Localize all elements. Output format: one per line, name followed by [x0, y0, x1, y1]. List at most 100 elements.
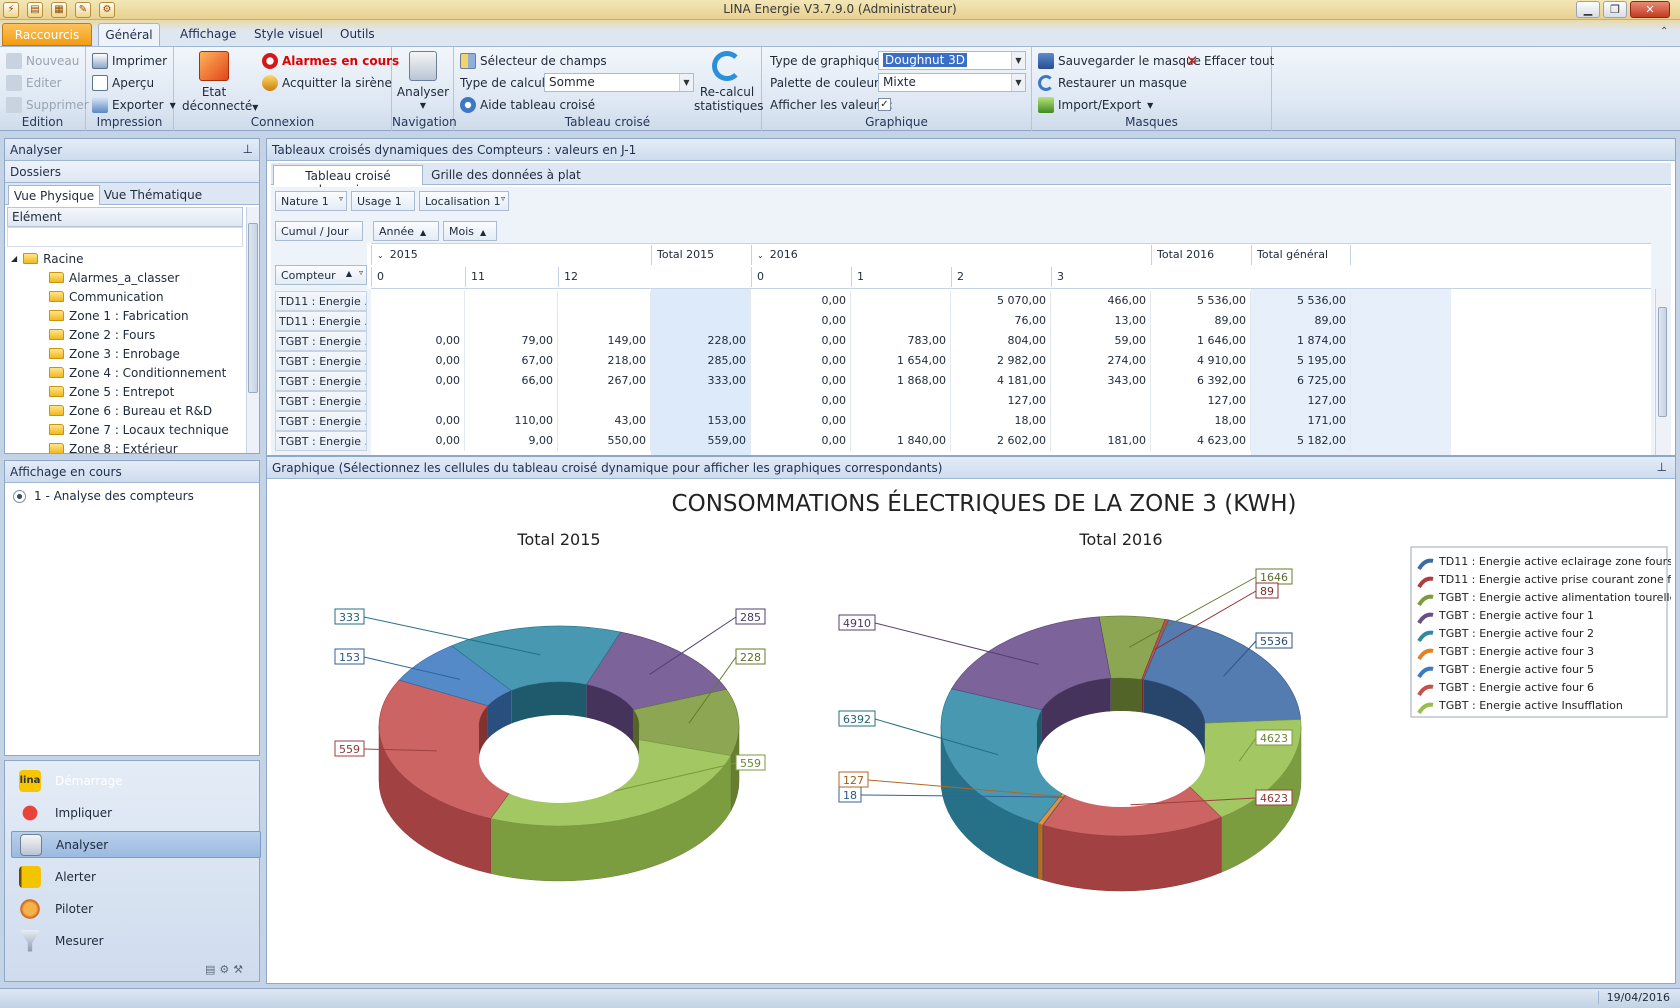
tab-general[interactable]: Général: [98, 23, 160, 46]
table-cell[interactable]: 0,00: [751, 371, 851, 391]
table-cell[interactable]: 0,00: [371, 411, 465, 431]
tree-item[interactable]: Zone 7 : Locaux technique: [49, 420, 229, 439]
tree-item-racine[interactable]: ◢ Racine: [11, 249, 84, 268]
tree-item[interactable]: Zone 5 : Entrepot: [49, 382, 174, 401]
table-cell[interactable]: 110,00: [465, 411, 558, 431]
table-cell[interactable]: 285,00: [651, 351, 751, 371]
legend-item[interactable]: TGBT : Energie active four 6: [1438, 681, 1594, 694]
month-header[interactable]: 0: [371, 267, 465, 287]
tree-item[interactable]: Zone 6 : Bureau et R&D: [49, 401, 212, 420]
selecteur-champs-button[interactable]: Sélecteur de champs: [460, 51, 607, 71]
nav-mesurer[interactable]: Mesurer: [11, 927, 261, 954]
tab-tableau-croise[interactable]: Tableau croisé dynamique: [273, 165, 423, 197]
col-field-mois[interactable]: Mois ▲: [443, 221, 497, 241]
tree-column-header[interactable]: Elément: [7, 207, 243, 227]
acquitter-button[interactable]: Acquitter la sirène: [262, 73, 392, 93]
month-header[interactable]: 3: [1051, 267, 1151, 287]
collapse-icon[interactable]: ◢: [11, 254, 17, 263]
filter-field-usage[interactable]: Usage 1: [351, 191, 415, 211]
tab-raccourcis[interactable]: Raccourcis: [2, 23, 92, 46]
tree-item[interactable]: Zone 8 : Extérieur: [49, 439, 178, 453]
year-2015-header[interactable]: ⌄ 2015: [371, 245, 651, 265]
table-cell[interactable]: 804,00: [951, 331, 1051, 351]
table-cell[interactable]: 5 195,00: [1251, 351, 1351, 371]
row-header[interactable]: TGBT : Energie ...: [275, 391, 367, 411]
tree-item[interactable]: Alarmes_a_classer: [49, 268, 179, 287]
nav-analyser[interactable]: Analyser: [11, 831, 261, 858]
tree-item[interactable]: Zone 2 : Fours: [49, 325, 155, 344]
table-cell[interactable]: 0,00: [751, 291, 851, 311]
nav-overflow-icons[interactable]: ▤⚙⚒: [205, 963, 247, 976]
table-cell[interactable]: 218,00: [558, 351, 651, 371]
table-cell[interactable]: 0,00: [371, 371, 465, 391]
table-cell[interactable]: 13,00: [1051, 311, 1151, 331]
month-header[interactable]: 2: [951, 267, 1051, 287]
legend-item[interactable]: TGBT : Energie active Insufflation: [1438, 699, 1623, 712]
legend-item[interactable]: TGBT : Energie active four 2: [1438, 627, 1594, 640]
sauvegarder-masque-button[interactable]: Sauvegarder le masque: [1038, 51, 1201, 71]
exporter-button[interactable]: Exporter ▼: [92, 95, 176, 115]
tree-item[interactable]: Zone 3 : Enrobage: [49, 344, 180, 363]
year-2016-header[interactable]: ⌄ 2016: [751, 245, 1151, 265]
ribbon-minimize-icon[interactable]: ⌃: [1660, 26, 1668, 37]
table-cell[interactable]: 1 868,00: [851, 371, 951, 391]
table-cell[interactable]: 4 623,00: [1151, 431, 1251, 451]
table-cell[interactable]: [651, 391, 751, 411]
table-cell[interactable]: 6 392,00: [1151, 371, 1251, 391]
alarmes-button[interactable]: Alarmes en cours: [262, 51, 399, 71]
table-cell[interactable]: 559,00: [651, 431, 751, 451]
table-cell[interactable]: [1051, 391, 1151, 411]
table-cell[interactable]: 2 982,00: [951, 351, 1051, 371]
aide-tableau-button[interactable]: Aide tableau croisé: [460, 95, 595, 115]
tree-scrollbar[interactable]: [246, 207, 259, 453]
close-button[interactable]: ✕: [1630, 1, 1670, 18]
analyser-ribbon-button[interactable]: Analyser ▼: [396, 51, 450, 113]
table-cell[interactable]: 5 536,00: [1151, 291, 1251, 311]
table-cell[interactable]: 228,00: [651, 331, 751, 351]
table-cell[interactable]: 0,00: [751, 311, 851, 331]
month-header[interactable]: 12: [558, 267, 651, 287]
table-cell[interactable]: 274,00: [1051, 351, 1151, 371]
table-cell[interactable]: 59,00: [1051, 331, 1151, 351]
table-cell[interactable]: 9,00: [465, 431, 558, 451]
table-cell[interactable]: 0,00: [751, 411, 851, 431]
table-cell[interactable]: [558, 291, 651, 311]
table-cell[interactable]: 333,00: [651, 371, 751, 391]
restaurer-masque-button[interactable]: Restaurer un masque: [1038, 73, 1187, 93]
table-cell[interactable]: 466,00: [1051, 291, 1151, 311]
table-cell[interactable]: [371, 291, 465, 311]
nav-demarrage[interactable]: lina Démarrage: [11, 767, 261, 794]
table-cell[interactable]: 0,00: [751, 351, 851, 371]
table-cell[interactable]: 0,00: [371, 431, 465, 451]
legend-item[interactable]: TGBT : Energie active four 3: [1438, 645, 1594, 658]
pivot-scrollbar[interactable]: [1655, 289, 1669, 455]
editer-button[interactable]: Editer: [6, 73, 62, 93]
palette-select[interactable]: Mixte ▼: [878, 73, 1026, 92]
table-cell[interactable]: [851, 291, 951, 311]
row-field-compteur[interactable]: Compteur ▲ ▿: [275, 265, 367, 285]
minimize-button[interactable]: ▁: [1576, 1, 1600, 18]
table-cell[interactable]: 783,00: [851, 331, 951, 351]
table-cell[interactable]: 127,00: [1151, 391, 1251, 411]
tab-grille-donnees[interactable]: Grille des données à plat: [431, 165, 581, 185]
etat-button[interactable]: Etat déconnecté▼: [182, 51, 258, 115]
row-header[interactable]: TGBT : Energie ...: [275, 351, 367, 371]
imprimer-button[interactable]: Imprimer: [92, 51, 167, 71]
table-cell[interactable]: 67,00: [465, 351, 558, 371]
table-cell[interactable]: 0,00: [751, 431, 851, 451]
table-cell[interactable]: 127,00: [951, 391, 1051, 411]
row-header[interactable]: TD11 : Energie ...: [275, 291, 367, 311]
table-cell[interactable]: [851, 411, 951, 431]
table-cell[interactable]: 18,00: [951, 411, 1051, 431]
tab-vue-physique[interactable]: Vue Physique: [8, 185, 100, 205]
nav-piloter[interactable]: Piloter: [11, 895, 261, 922]
table-cell[interactable]: 0,00: [751, 331, 851, 351]
effacer-tout-button[interactable]: ✕ Effacer tout: [1184, 51, 1275, 71]
total-general-header[interactable]: Total général: [1251, 245, 1351, 265]
afficher-valeurs-checkbox[interactable]: ✓: [878, 98, 891, 111]
table-cell[interactable]: [1051, 411, 1151, 431]
affichage-item[interactable]: 1 - Analyse des compteurs: [13, 489, 194, 503]
tree-item[interactable]: Communication: [49, 287, 164, 306]
table-cell[interactable]: 1 874,00: [1251, 331, 1351, 351]
table-cell[interactable]: 66,00: [465, 371, 558, 391]
